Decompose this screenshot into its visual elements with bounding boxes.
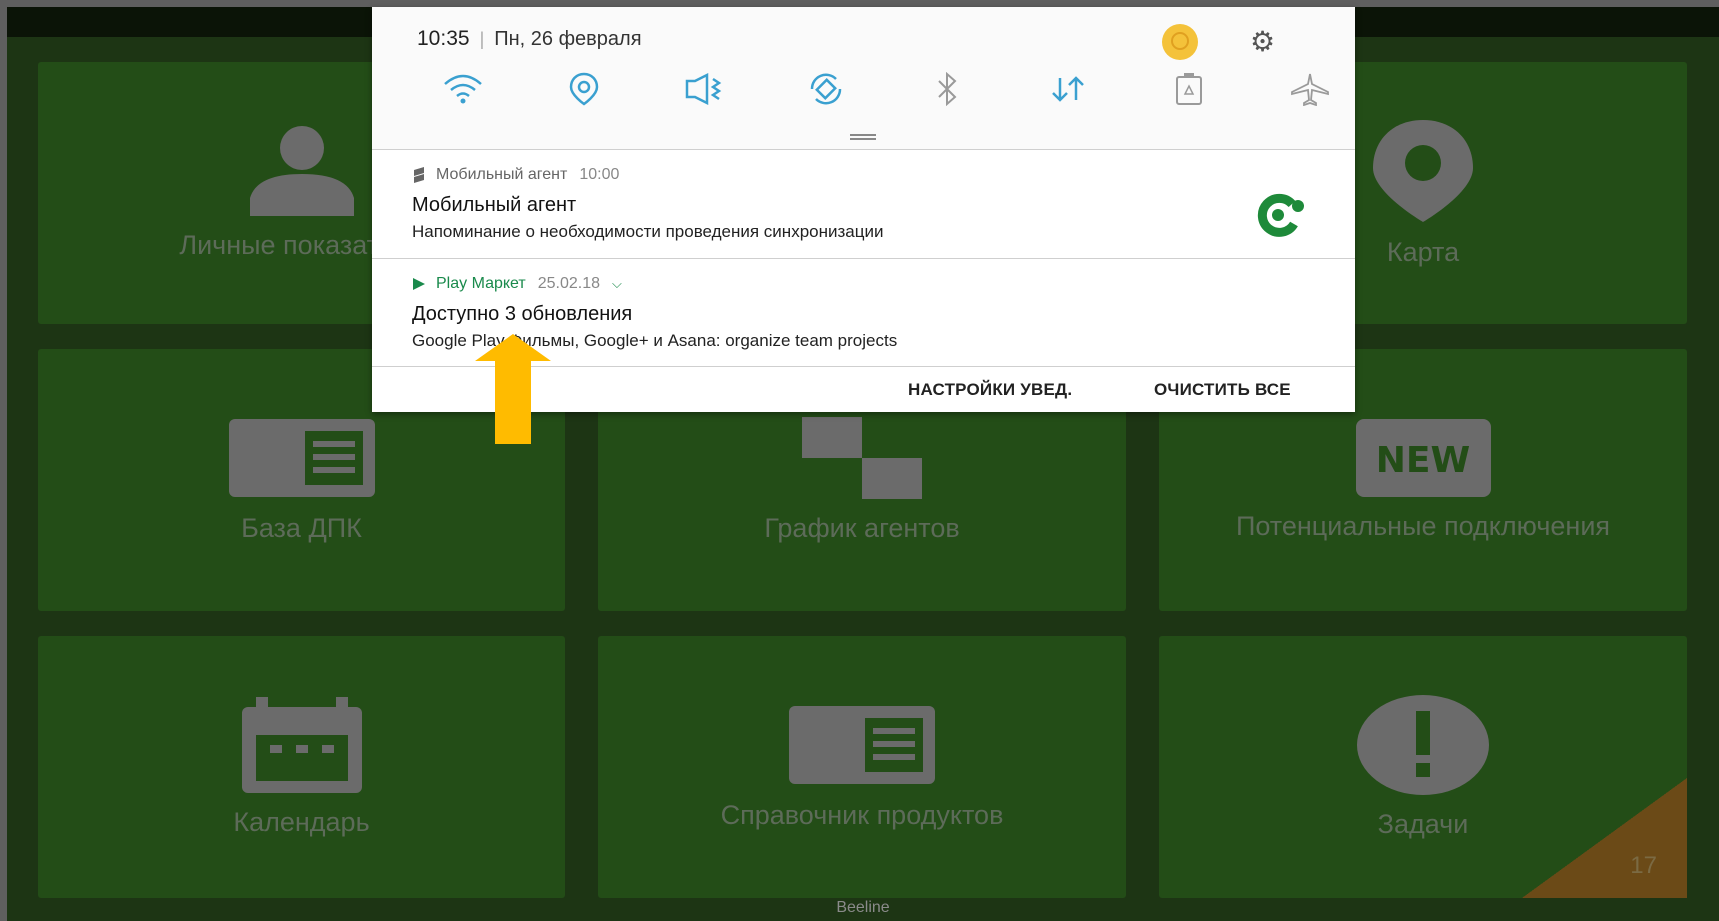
notification-time: 10:00 <box>579 166 620 183</box>
quick-settings-panel: 10:35 | Пн, 26 февраля ⚙ <box>372 7 1355 149</box>
app-logo-icon <box>1257 193 1304 237</box>
chevron-down-icon[interactable]: ⌵ <box>612 276 622 292</box>
sound-mute-icon[interactable] <box>644 69 765 109</box>
tile-label: Карта <box>1386 237 1460 267</box>
tile-tasks[interactable]: Задачи 17 <box>1159 636 1687 898</box>
separator: | <box>479 28 485 49</box>
schedule-grid-icon <box>802 416 922 499</box>
annotation-arrow-icon <box>475 334 551 444</box>
tile-label: Потенциальные подключения <box>1235 510 1611 541</box>
gear-icon[interactable]: ⚙ <box>1250 25 1275 58</box>
tile-product-catalog[interactable]: Справочник продуктов <box>598 636 1126 898</box>
notification-header: Мобильный агент 10:00 <box>412 166 619 184</box>
play-store-icon <box>413 278 425 290</box>
tile-label: Задачи <box>1377 808 1469 839</box>
calendar-icon <box>241 696 362 793</box>
new-icon: NEW <box>1355 418 1491 497</box>
location-icon[interactable] <box>523 69 644 109</box>
notification-app: Мобильный агент <box>436 166 568 183</box>
carrier-name: Beeline <box>836 899 890 916</box>
notification-body: Напоминание о необходимости проведения с… <box>412 222 884 241</box>
bluetooth-icon[interactable] <box>886 69 1007 109</box>
drag-handle[interactable] <box>850 134 876 140</box>
date: Пн, 26 февраля <box>494 27 642 50</box>
notification-title: Доступно 3 обновления <box>412 303 633 325</box>
tile-label: База ДПК <box>241 512 362 543</box>
person-icon <box>249 125 354 216</box>
tile-label: Справочник продуктов <box>720 799 1004 830</box>
exclamation-icon <box>1357 694 1489 795</box>
svg-text:NEW: NEW <box>1375 440 1469 481</box>
agent-app-icon <box>414 167 424 183</box>
auto-rotate-icon[interactable] <box>765 69 886 109</box>
tile-label: График агентов <box>764 512 960 543</box>
notification-header: Play Маркет 25.02.18 ⌵ <box>412 275 622 293</box>
tasks-count: 17 <box>1630 852 1657 879</box>
tile-label: Календарь <box>233 806 370 837</box>
user-avatar[interactable] <box>1162 24 1198 60</box>
tile-calendar[interactable]: Календарь <box>38 636 565 898</box>
airplane-mode-icon[interactable] <box>1249 69 1370 109</box>
notification-title: Мобильный агент <box>412 194 577 216</box>
wifi-icon[interactable] <box>402 69 523 109</box>
book-icon <box>228 418 375 497</box>
notification-item[interactable]: Мобильный агент 10:00 Мобильный агент На… <box>372 149 1355 259</box>
quick-settings-toggles <box>402 69 1370 109</box>
book-icon <box>789 705 935 784</box>
notification-settings-button[interactable]: НАСТРОЙКИ УВЕД. <box>908 380 1072 400</box>
tasks-corner-badge <box>1522 778 1687 898</box>
time-date-row: 10:35 | Пн, 26 февраля <box>417 27 642 51</box>
notification-app: Play Маркет <box>436 275 526 292</box>
clear-all-button[interactable]: ОЧИСТИТЬ ВСЕ <box>1154 380 1291 400</box>
mobile-data-icon[interactable] <box>1007 69 1128 109</box>
clock: 10:35 <box>417 27 470 50</box>
power-saving-icon[interactable] <box>1128 69 1249 109</box>
map-pin-icon <box>1373 120 1473 222</box>
notification-time: 25.02.18 <box>537 275 601 292</box>
